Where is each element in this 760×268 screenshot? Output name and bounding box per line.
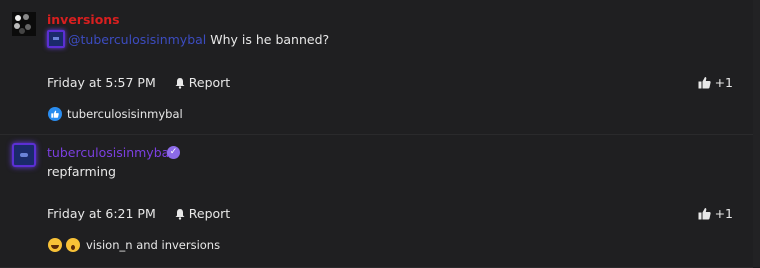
report-button[interactable]: Report bbox=[174, 75, 230, 90]
wow-reaction-icon bbox=[66, 238, 80, 252]
reactions-bar[interactable]: tuberculosisinmybal bbox=[48, 107, 183, 121]
laugh-reaction-icon bbox=[48, 238, 62, 252]
message: @tuberculosisinmybal Why is he banned? bbox=[47, 30, 329, 48]
verified-badge-icon: ✓ bbox=[167, 146, 180, 159]
mention-link[interactable]: @tuberculosisinmybal bbox=[68, 32, 206, 47]
reactions-bar[interactable]: vision_n and inversions bbox=[48, 238, 220, 252]
like-button[interactable]: +1 bbox=[698, 206, 733, 221]
bell-icon bbox=[175, 77, 185, 89]
timestamp[interactable]: Friday at 5:57 PM bbox=[47, 75, 156, 90]
message-text: Why is he banned? bbox=[210, 31, 330, 47]
like-button[interactable]: +1 bbox=[698, 75, 733, 90]
post-meta: Friday at 5:57 PM Report bbox=[47, 75, 230, 90]
report-label: Report bbox=[188, 206, 231, 221]
report-label: Report bbox=[188, 75, 231, 90]
like-count: +1 bbox=[714, 75, 733, 90]
reactors-list[interactable]: tuberculosisinmybal bbox=[67, 107, 183, 121]
post-meta: Friday at 6:21 PM Report bbox=[47, 206, 230, 221]
report-button[interactable]: Report bbox=[174, 206, 230, 221]
reactors-list[interactable]: vision_n and inversions bbox=[86, 238, 220, 252]
scrollbar[interactable] bbox=[753, 0, 760, 267]
bell-icon bbox=[175, 208, 185, 220]
avatar[interactable] bbox=[12, 143, 36, 167]
username[interactable]: tuberculosisinmybal bbox=[47, 145, 173, 160]
avatar[interactable] bbox=[12, 12, 36, 36]
post-1: inversions @tuberculosisinmybal Why is h… bbox=[0, 0, 753, 135]
username[interactable]: inversions bbox=[47, 12, 120, 27]
timestamp[interactable]: Friday at 6:21 PM bbox=[47, 206, 156, 221]
post-2: tuberculosisinmybal ✓ repfarming Friday … bbox=[0, 135, 753, 268]
thumbs-up-icon bbox=[698, 208, 711, 220]
mention-avatar bbox=[47, 30, 65, 48]
message-text: repfarming bbox=[47, 164, 116, 179]
thumbs-up-icon bbox=[698, 77, 711, 89]
like-count: +1 bbox=[714, 206, 733, 221]
like-reaction-icon bbox=[48, 107, 62, 121]
